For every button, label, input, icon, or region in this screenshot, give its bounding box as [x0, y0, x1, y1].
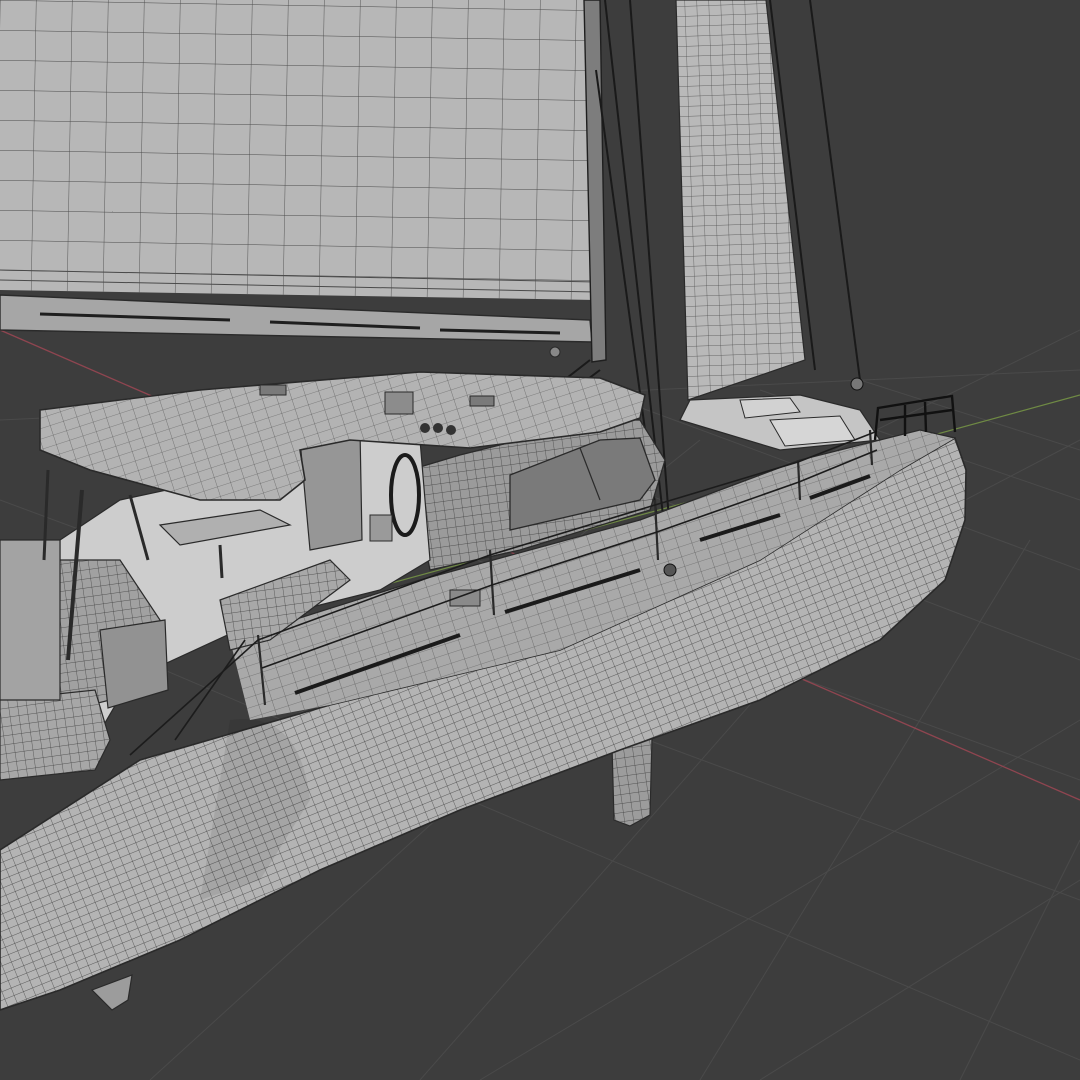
3d-viewport[interactable]	[0, 0, 1080, 1080]
forestay-fitting	[850, 377, 864, 391]
chainplate	[663, 563, 677, 577]
mainsail[interactable]	[0, 0, 597, 300]
viewport-canvas[interactable]	[0, 0, 1080, 1080]
